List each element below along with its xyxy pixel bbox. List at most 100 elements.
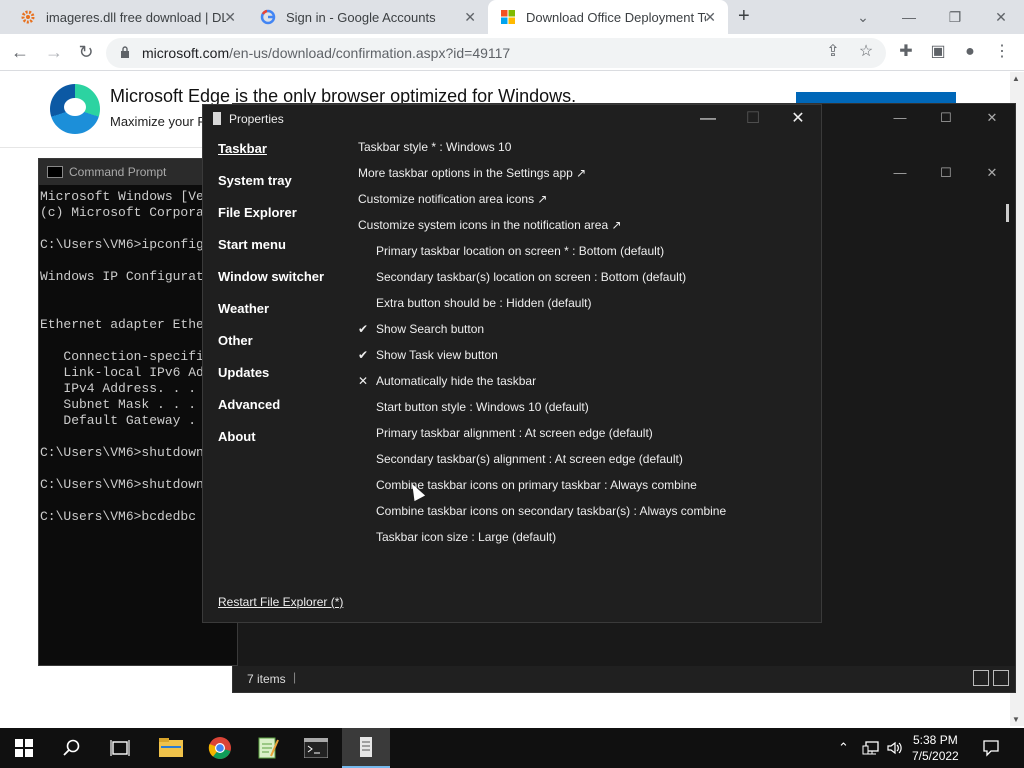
option-label: Combine taskbar icons on primary taskbar… xyxy=(376,478,697,492)
scrollbar-thumb[interactable] xyxy=(1006,204,1009,222)
cmd-title: Command Prompt xyxy=(69,165,167,179)
start-button[interactable] xyxy=(0,728,48,768)
minimize-icon[interactable]: — xyxy=(877,159,923,187)
option-primary-location[interactable]: Primary taskbar location on screen * : B… xyxy=(358,243,726,269)
google-icon xyxy=(260,9,276,25)
taskbar-notepad[interactable] xyxy=(244,728,292,768)
option-label: More taskbar options in the Settings app… xyxy=(358,166,587,180)
maximize-icon[interactable]: ☐ xyxy=(923,159,969,187)
volume-icon[interactable] xyxy=(886,728,904,768)
large-icons-view-icon[interactable] xyxy=(993,670,1009,686)
restart-file-explorer-link[interactable]: Restart File Explorer (*) xyxy=(218,595,343,609)
properties-app-icon xyxy=(360,737,372,757)
minimize-icon[interactable]: — xyxy=(685,105,731,133)
nav-about[interactable]: About xyxy=(218,429,324,461)
tab-close-icon[interactable]: ✕ xyxy=(704,9,716,26)
tab-label: Download Office Deployment Too xyxy=(526,9,706,25)
windows-taskbar: ⌃ 5:38 PM 7/5/2022 xyxy=(0,728,1024,768)
option-label: Customize system icons in the notificati… xyxy=(358,218,622,232)
option-system-icons-link[interactable]: Customize system icons in the notificati… xyxy=(358,217,726,243)
edge-logo-icon xyxy=(50,84,100,134)
nav-taskbar[interactable]: Taskbar xyxy=(218,141,324,173)
option-label: Taskbar icon size : Large (default) xyxy=(376,530,557,544)
option-show-search-button[interactable]: ✔ Show Search button xyxy=(358,321,726,347)
option-icon-size[interactable]: Taskbar icon size : Large (default) xyxy=(358,529,726,555)
tab-google-accounts[interactable]: Sign in - Google Accounts ✕ xyxy=(248,0,488,34)
taskbar-chrome[interactable] xyxy=(196,728,244,768)
option-auto-hide-taskbar[interactable]: ✕ Automatically hide the taskbar xyxy=(358,373,726,399)
option-start-button-style[interactable]: Start button style : Windows 10 (default… xyxy=(358,399,726,425)
address-bar[interactable]: microsoft.com/en-us/download/confirmatio… xyxy=(106,38,886,68)
action-center-button[interactable] xyxy=(982,728,1000,768)
checkmark-icon: ✔ xyxy=(358,348,369,362)
profile-avatar-icon[interactable]: ● xyxy=(960,42,980,62)
nav-weather[interactable]: Weather xyxy=(218,301,324,333)
menu-kebab-icon[interactable]: ⋮ xyxy=(992,42,1012,62)
command-prompt-icon xyxy=(304,738,328,758)
notepad-icon xyxy=(258,737,279,759)
cmd-window-icon xyxy=(47,166,63,178)
browser-toolbar: ← → ↻ microsoft.com/en-us/download/confi… xyxy=(0,34,1024,71)
option-primary-alignment[interactable]: Primary taskbar alignment : At screen ed… xyxy=(358,425,726,451)
minimize-icon[interactable]: — xyxy=(886,0,932,34)
option-settings-app-link[interactable]: More taskbar options in the Settings app… xyxy=(358,165,726,191)
restore-icon[interactable]: ❐ xyxy=(932,0,978,34)
option-extra-button[interactable]: Extra button should be : Hidden (default… xyxy=(358,295,726,321)
tab-search-chevron-icon[interactable]: ⌄ xyxy=(840,0,886,34)
tab-close-icon[interactable]: ✕ xyxy=(464,9,476,26)
minimize-icon[interactable]: — xyxy=(877,104,923,132)
forward-arrow-icon[interactable]: → xyxy=(42,40,66,64)
taskbar-search-button[interactable] xyxy=(48,728,96,768)
taskbar-file-explorer[interactable] xyxy=(147,728,195,768)
close-icon[interactable]: ✕ xyxy=(969,104,1015,132)
close-icon[interactable]: ✕ xyxy=(775,105,821,133)
chevron-up-icon: ⌃ xyxy=(838,740,849,755)
properties-titlebar[interactable]: Properties — ☐ ✕ xyxy=(203,105,821,133)
nav-file-explorer[interactable]: File Explorer xyxy=(218,205,324,237)
new-tab-button[interactable]: + xyxy=(738,5,750,28)
extensions-puzzle-icon[interactable]: ✚ xyxy=(896,42,916,62)
microsoft-icon xyxy=(501,10,515,24)
option-taskbar-style[interactable]: Taskbar style * : Windows 10 xyxy=(358,139,726,165)
nav-other[interactable]: Other xyxy=(218,333,324,365)
share-icon[interactable]: ⇪ xyxy=(823,42,843,62)
reload-icon[interactable]: ↻ xyxy=(74,40,98,64)
task-view-icon xyxy=(110,740,130,756)
tab-imageres-dll[interactable]: imageres.dll free download | DLL ✕ xyxy=(8,0,248,34)
nav-advanced[interactable]: Advanced xyxy=(218,397,324,429)
maximize-icon: ☐ xyxy=(745,110,761,127)
option-secondary-alignment[interactable]: Secondary taskbar(s) alignment : At scre… xyxy=(358,451,726,477)
option-notification-icons-link[interactable]: Customize notification area icons ↗ xyxy=(358,191,726,217)
scroll-down-icon[interactable]: ▼ xyxy=(1012,715,1020,724)
option-label: Secondary taskbar(s) alignment : At scre… xyxy=(376,452,683,466)
task-view-button[interactable] xyxy=(96,728,144,768)
details-view-icon[interactable] xyxy=(973,670,989,686)
show-hidden-icons-button[interactable]: ⌃ xyxy=(838,728,849,768)
chrome-icon xyxy=(208,737,231,759)
lock-icon xyxy=(121,46,129,58)
close-window-icon[interactable]: ✕ xyxy=(978,0,1024,34)
option-label: Start button style : Windows 10 (default… xyxy=(376,400,589,414)
nav-updates[interactable]: Updates xyxy=(218,365,324,397)
file-explorer-icon xyxy=(159,738,183,757)
back-arrow-icon[interactable]: ← xyxy=(8,40,32,64)
option-combine-secondary[interactable]: Combine taskbar icons on secondary taskb… xyxy=(358,503,726,529)
option-show-task-view[interactable]: ✔ Show Task view button xyxy=(358,347,726,373)
nav-system-tray[interactable]: System tray xyxy=(218,173,324,205)
tab-office-deployment[interactable]: Download Office Deployment Too ✕ xyxy=(488,0,728,34)
taskbar-command-prompt[interactable] xyxy=(292,728,340,768)
close-icon[interactable]: ✕ xyxy=(969,159,1015,187)
scroll-up-icon[interactable]: ▲ xyxy=(1012,74,1020,83)
nav-start-menu[interactable]: Start menu xyxy=(218,237,324,269)
side-panel-icon[interactable]: ▣ xyxy=(928,42,948,62)
bookmark-star-icon[interactable]: ☆ xyxy=(856,42,876,62)
windows-start-icon xyxy=(15,739,33,757)
maximize-icon[interactable]: ☐ xyxy=(923,104,969,132)
tab-close-icon[interactable]: ✕ xyxy=(224,9,236,26)
nav-window-switcher[interactable]: Window switcher xyxy=(218,269,324,301)
option-secondary-location[interactable]: Secondary taskbar(s) location on screen … xyxy=(358,269,726,295)
taskbar-properties-app[interactable] xyxy=(342,728,390,768)
network-icon[interactable] xyxy=(862,728,880,768)
system-clock[interactable]: 5:38 PM 7/5/2022 xyxy=(912,732,959,764)
clock-time: 5:38 PM xyxy=(913,733,958,747)
